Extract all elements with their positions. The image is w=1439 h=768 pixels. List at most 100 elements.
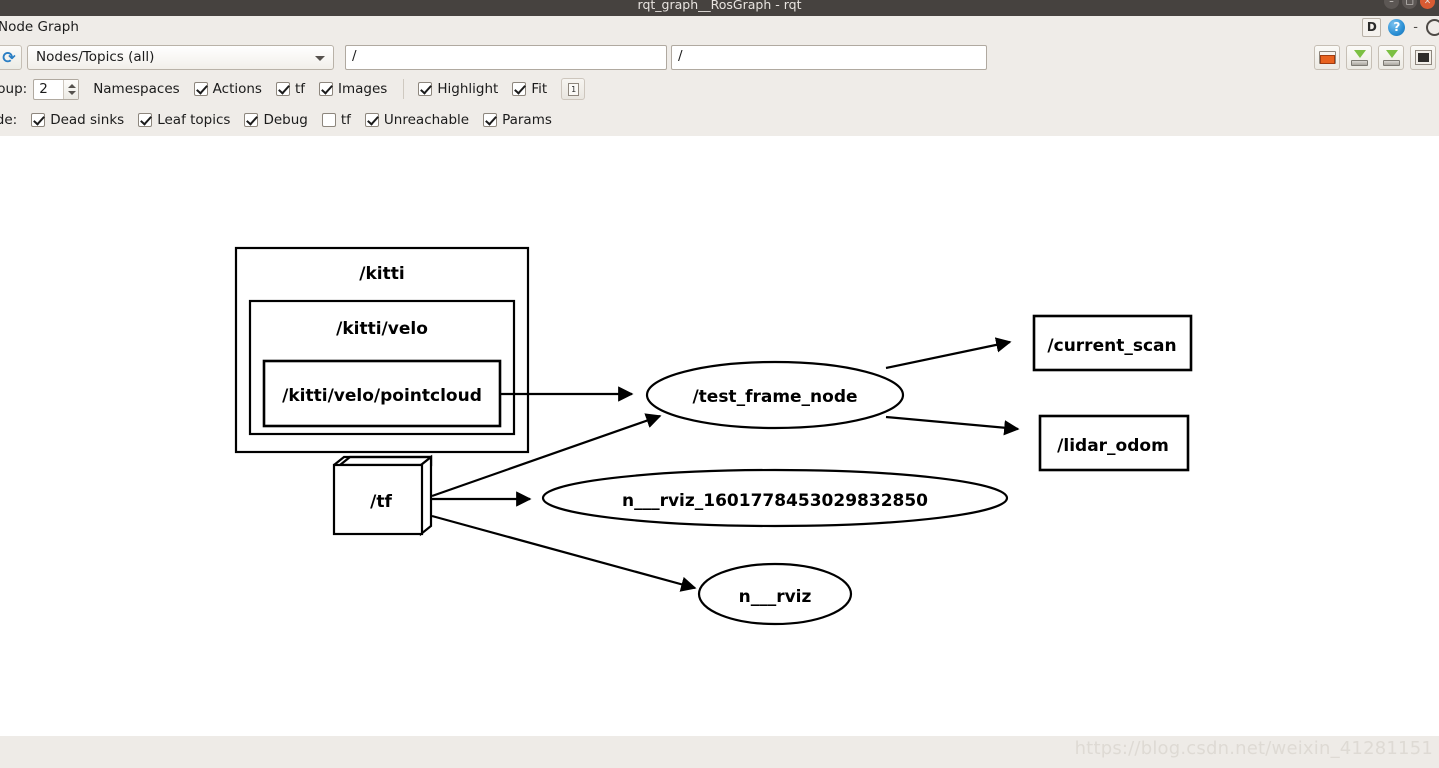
graph-svg: /kitti /kitti/velo /kitti/velo/pointclou…: [234, 246, 1193, 626]
screen-icon: [1415, 50, 1432, 65]
graph-node-current-scan-label: /current_scan: [1047, 336, 1176, 356]
graph-node-rviz[interactable]: n___rviz: [697, 562, 853, 626]
checkbox-highlight-label: Highlight: [437, 81, 499, 97]
minimize-button[interactable]: –: [1384, 0, 1399, 9]
graph-type-value: Nodes/Topics (all): [36, 49, 155, 65]
window-controls: – □ ×: [1384, 0, 1435, 9]
checkbox-params-box[interactable]: [483, 113, 498, 127]
checkbox-debug-box[interactable]: [244, 113, 259, 127]
checkbox-leaf-topics-box[interactable]: [138, 113, 153, 127]
checkbox-params[interactable]: Params: [483, 112, 552, 128]
checkbox-unreachable-box[interactable]: [364, 113, 379, 127]
checkbox-leaf-topics[interactable]: Leaf topics: [138, 112, 230, 128]
edge-tf-to-rviz: [431, 514, 697, 592]
checkbox-unreachable-label: Unreachable: [383, 112, 470, 128]
panel-header-icons: D ? -: [1362, 18, 1439, 37]
zoom-one-to-one-icon: 1: [568, 83, 580, 96]
refresh-icon: ⟳: [2, 47, 16, 67]
checkbox-hide-tf-label: tf: [340, 112, 351, 128]
window-titlebar: rqt_graph__RosGraph - rqt – □ ×: [0, 0, 1439, 16]
chevron-up-icon: [68, 83, 77, 88]
close-panel-icon[interactable]: [1426, 19, 1439, 36]
toolbar-separator: [403, 79, 405, 99]
dock-badge-icon[interactable]: D: [1362, 18, 1382, 37]
checkbox-fit[interactable]: Fit: [512, 81, 547, 97]
graph-node-lidar-odom[interactable]: /lidar_odom: [1038, 414, 1190, 472]
rqt-graph-window: rqt_graph__RosGraph - rqt – □ × Node Gra…: [0, 0, 1439, 768]
graph-node-rviz-long-label: n___rviz_1601778453029832850: [622, 491, 928, 511]
group-value: 2: [39, 80, 48, 97]
graph-node-test-frame-node-label: /test_frame_node: [692, 387, 857, 407]
save-image-icon: [1383, 50, 1400, 66]
exclude-filter-input[interactable]: /: [671, 45, 987, 70]
checkbox-actions-box[interactable]: [193, 82, 208, 96]
checkbox-tf-box[interactable]: [275, 82, 290, 96]
checkbox-highlight-box[interactable]: [418, 82, 433, 96]
maximize-button[interactable]: □: [1402, 0, 1417, 9]
save-image-button[interactable]: [1378, 45, 1404, 70]
graph-node-lidar-odom-label: /lidar_odom: [1057, 436, 1169, 456]
checkbox-hide-tf[interactable]: tf: [321, 112, 351, 128]
checkbox-actions[interactable]: Actions: [193, 81, 262, 97]
graph-node-rviz-long[interactable]: n___rviz_1601778453029832850: [541, 468, 1009, 528]
minimize-panel-icon[interactable]: -: [1412, 19, 1419, 36]
graph-node-tf[interactable]: /tf: [332, 454, 433, 537]
checkbox-unreachable[interactable]: Unreachable: [364, 112, 470, 128]
graph-node-test-frame-node[interactable]: /test_frame_node: [645, 360, 905, 430]
checkbox-highlight[interactable]: Highlight: [418, 81, 498, 97]
close-button[interactable]: ×: [1420, 0, 1435, 9]
checkbox-tf-label: tf: [294, 81, 306, 97]
include-filter-value: /: [352, 48, 357, 64]
checkbox-hide-tf-box[interactable]: [321, 113, 336, 127]
save-dot-icon: [1351, 50, 1368, 66]
bottom-strip: https://blog.csdn.net/weixin_41281151: [0, 736, 1439, 768]
graph-type-select[interactable]: Nodes/Topics (all): [27, 45, 334, 70]
refresh-button[interactable]: ⟳: [0, 45, 22, 70]
group-stepper[interactable]: 2: [33, 78, 80, 100]
checkbox-actions-label: Actions: [212, 81, 262, 97]
namespaces-label: Namespaces: [93, 81, 180, 97]
graph-canvas[interactable]: /kitti /kitti/velo /kitti/velo/pointclou…: [0, 136, 1439, 736]
watermark-text: https://blog.csdn.net/weixin_41281151: [1074, 738, 1433, 759]
checkbox-tf[interactable]: tf: [275, 81, 306, 97]
edge-test-frame-node-to-current-scan: [885, 337, 1012, 370]
fullscreen-button[interactable]: [1410, 45, 1436, 70]
checkbox-images-box[interactable]: [319, 82, 334, 96]
hide-toolbar: ide: Dead sinks Leaf topics Debug tf Unr…: [0, 107, 1439, 133]
help-icon[interactable]: ?: [1388, 19, 1406, 36]
group-label: roup:: [0, 81, 28, 97]
checkbox-dead-sinks[interactable]: Dead sinks: [31, 112, 124, 128]
save-dot-button[interactable]: [1346, 45, 1372, 70]
checkbox-fit-label: Fit: [531, 81, 548, 97]
checkbox-dead-sinks-box[interactable]: [31, 113, 46, 127]
graph-node-pointcloud[interactable]: /kitti/velo/pointcloud: [262, 359, 502, 428]
checkbox-leaf-topics-label: Leaf topics: [157, 112, 231, 128]
hide-label: ide:: [0, 112, 18, 128]
chevron-down-icon: [68, 90, 77, 95]
close-icon: ×: [1423, 0, 1432, 6]
options-toolbar: roup: 2 Namespaces Actions tf Images Hig…: [0, 76, 1439, 102]
folder-icon: [1319, 51, 1336, 65]
load-dot-button[interactable]: [1314, 45, 1340, 70]
group-stepper-buttons[interactable]: [63, 79, 79, 99]
minimize-icon: –: [1389, 0, 1394, 6]
graph-node-tf-label: /tf: [370, 492, 392, 512]
panel-header: Node Graph D ? -: [0, 16, 1439, 42]
checkbox-images-label: Images: [338, 81, 388, 97]
edge-test-frame-node-to-lidar-odom: [885, 415, 1020, 436]
toolbar-action-buttons: [1314, 45, 1436, 70]
exclude-filter-value: /: [678, 48, 683, 64]
zoom-reset-button[interactable]: 1: [561, 78, 586, 100]
graph-node-pointcloud-label: /kitti/velo/pointcloud: [282, 386, 482, 406]
checkbox-debug[interactable]: Debug: [244, 112, 308, 128]
window-title: rqt_graph__RosGraph - rqt: [637, 0, 802, 12]
cluster-kitti-velo-label: /kitti/velo: [336, 319, 428, 339]
include-filter-input[interactable]: /: [345, 45, 667, 70]
graph-node-rviz-label: n___rviz: [739, 587, 812, 607]
maximize-icon: □: [1405, 0, 1414, 6]
checkbox-fit-box[interactable]: [512, 82, 527, 96]
checkbox-params-label: Params: [502, 112, 552, 128]
panel-title-label: Node Graph: [0, 19, 79, 35]
graph-node-current-scan[interactable]: /current_scan: [1032, 314, 1193, 372]
checkbox-images[interactable]: Images: [319, 81, 387, 97]
